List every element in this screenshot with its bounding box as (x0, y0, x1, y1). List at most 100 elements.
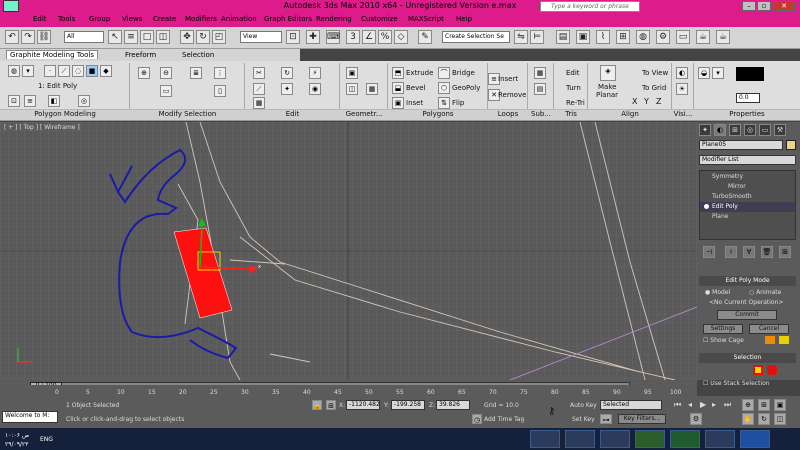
remove-label[interactable]: Remove (498, 91, 526, 99)
smoothing-value-field[interactable]: 0.0 (736, 93, 760, 103)
configure-sets-icon[interactable]: ⊞ (779, 246, 791, 258)
minimize-button[interactable]: – (742, 1, 756, 11)
select-rotate-icon[interactable]: ↻ (196, 30, 210, 44)
color-swatch[interactable] (736, 67, 764, 81)
zoom-icon[interactable]: ⊕ (742, 399, 754, 411)
maxscript-listener[interactable]: Welcome to M: (2, 411, 58, 423)
label-geometry[interactable]: Geometr... (340, 109, 388, 120)
extrude-label[interactable]: Extrude (406, 69, 433, 77)
flip-icon[interactable]: ⇅ (438, 97, 450, 109)
rect-select-icon[interactable]: □ (140, 30, 154, 44)
menu-graph-editors[interactable]: Graph Editors (264, 15, 312, 23)
loop-icon[interactable]: ≣ (190, 67, 202, 79)
edit-tris-label[interactable]: Edit (566, 69, 580, 77)
bridge-icon[interactable]: ⌒ (438, 67, 450, 79)
angle-snap-icon[interactable]: ∠ (362, 30, 376, 44)
select-scale-icon[interactable]: ◰ (212, 30, 226, 44)
display-tab-icon[interactable]: ▭ (759, 124, 771, 136)
polygon-icon[interactable]: ■ (86, 65, 98, 77)
render-production-icon[interactable]: ☕ (696, 30, 710, 44)
select-object-icon[interactable]: ↖ (108, 30, 122, 44)
hierarchy-tab-icon[interactable]: ⊞ (729, 124, 741, 136)
label-visibility[interactable]: Visi... (672, 109, 694, 120)
taskbar-folder-icon[interactable] (705, 430, 735, 448)
percent-snap-icon[interactable]: % (378, 30, 392, 44)
viewport-canvas[interactable]: x (0, 122, 697, 380)
label-subdivision[interactable]: Sub... (528, 109, 554, 120)
collapse-stack-icon[interactable]: ≡ (24, 95, 36, 107)
taskbar-media-icon[interactable] (600, 430, 630, 448)
layer-manager-icon[interactable]: ▤ (556, 30, 570, 44)
y-coord-field[interactable]: -199.258 (391, 400, 425, 410)
menu-create[interactable]: Create (153, 15, 176, 23)
maximize-viewport-icon[interactable]: ◫ (774, 413, 786, 425)
settings-button[interactable]: Settings (703, 324, 743, 334)
create-icon[interactable]: ✦ (281, 83, 293, 95)
close-button[interactable]: ✕ (773, 1, 795, 11)
align-z-button[interactable]: Z (656, 97, 661, 106)
rollout-edit-poly-mode[interactable]: Edit Poly Mode (699, 276, 796, 286)
label-polygon-modeling[interactable]: Polygon Modeling (0, 109, 130, 120)
label-polygons[interactable]: Polygons (388, 109, 488, 120)
rollout-selection[interactable]: Selection (699, 353, 796, 363)
set-key-button[interactable]: Set Key (572, 416, 595, 423)
element-subobject-button[interactable] (767, 365, 777, 375)
shrink-icon[interactable]: ⊖ (160, 67, 172, 79)
tab-graphite-modeling-tools[interactable]: Graphite Modeling Tools (6, 50, 99, 59)
named-selection-icon[interactable]: ✎ (418, 30, 432, 44)
menu-modifiers[interactable]: Modifiers (185, 15, 217, 23)
go-end-icon[interactable]: ⏭ (724, 400, 731, 410)
model-radio[interactable]: ● Model (705, 289, 730, 296)
element-icon[interactable]: ◆ (100, 65, 112, 77)
tab-selection[interactable]: Selection (182, 51, 214, 59)
orbit-icon[interactable]: ↻ (758, 413, 770, 425)
link-icon[interactable]: ⛓ (37, 30, 51, 44)
key-filters-button[interactable]: Key Filters... (618, 414, 666, 424)
grow-icon[interactable]: ⊕ (138, 67, 150, 79)
z-coord-field[interactable]: 39.826 (436, 400, 470, 410)
use-soft-selection-icon[interactable]: ◎ (78, 95, 90, 107)
selection-set-dropdown[interactable]: Create Selection Se (442, 31, 510, 43)
edge-icon[interactable]: ⟋ (58, 65, 70, 77)
label-align[interactable]: Align (588, 109, 672, 120)
remove-modifier-icon[interactable]: 🗑 (761, 246, 773, 258)
geopoly-label[interactable]: GeoPoly (452, 84, 480, 92)
taskbar-store-icon[interactable] (670, 430, 700, 448)
maximize-button[interactable]: ▫ (757, 1, 771, 11)
utilities-tab-icon[interactable]: ⚒ (774, 124, 786, 136)
show-end-icon[interactable]: ⊡ (8, 95, 20, 107)
modifier-list-dropdown[interactable]: Modifier List (699, 155, 796, 165)
taskbar-3dsmax-icon[interactable] (530, 430, 560, 448)
next-frame-icon[interactable]: ▸ (712, 400, 716, 409)
detach-icon[interactable]: ◫ (346, 83, 358, 95)
label-modify-selection[interactable]: Modify Selection (130, 109, 245, 120)
pin-icon[interactable]: ▾ (22, 65, 34, 77)
make-label[interactable]: Make (598, 83, 616, 91)
motion-tab-icon[interactable]: ◎ (744, 124, 756, 136)
add-time-tag[interactable]: Add Time Tag (484, 416, 524, 423)
pin-stack-icon[interactable]: ⊣ (703, 246, 715, 258)
mirror-icon[interactable]: ⇋ (514, 30, 528, 44)
modify-tab-icon[interactable]: ◐ (714, 124, 726, 136)
stack-item-turbosmooth[interactable]: TurboSmooth (712, 193, 752, 200)
taskbar-chrome-icon[interactable] (635, 430, 665, 448)
cancel-button[interactable]: Cancel (749, 324, 789, 334)
to-view-label[interactable]: To View (642, 69, 668, 77)
insert-label[interactable]: Insert (498, 75, 518, 83)
show-cage-checkbox[interactable]: ☐ Show Cage (703, 337, 744, 344)
retri-label[interactable]: Re-Tri (566, 99, 585, 107)
pivot-icon[interactable]: ⊡ (286, 30, 300, 44)
stack-item-symmetry[interactable]: Symmetry (712, 173, 743, 180)
planar-label[interactable]: Planar (596, 91, 618, 99)
key-icon[interactable]: ⚷ (548, 406, 555, 417)
stack-item-mirror[interactable]: Mirror (728, 183, 746, 190)
vertex-icon[interactable]: · (44, 65, 56, 77)
commit-button[interactable]: Commit (717, 310, 777, 320)
time-tag-icon[interactable]: ◷ (472, 414, 482, 424)
inset-label[interactable]: Inset (406, 99, 423, 107)
stack-icon[interactable]: ◍ (8, 65, 20, 77)
object-color-swatch[interactable] (786, 140, 796, 150)
undo-icon[interactable]: ↶ (5, 30, 19, 44)
menu-rendering[interactable]: Rendering (316, 15, 352, 23)
turn-label[interactable]: Turn (566, 84, 581, 92)
